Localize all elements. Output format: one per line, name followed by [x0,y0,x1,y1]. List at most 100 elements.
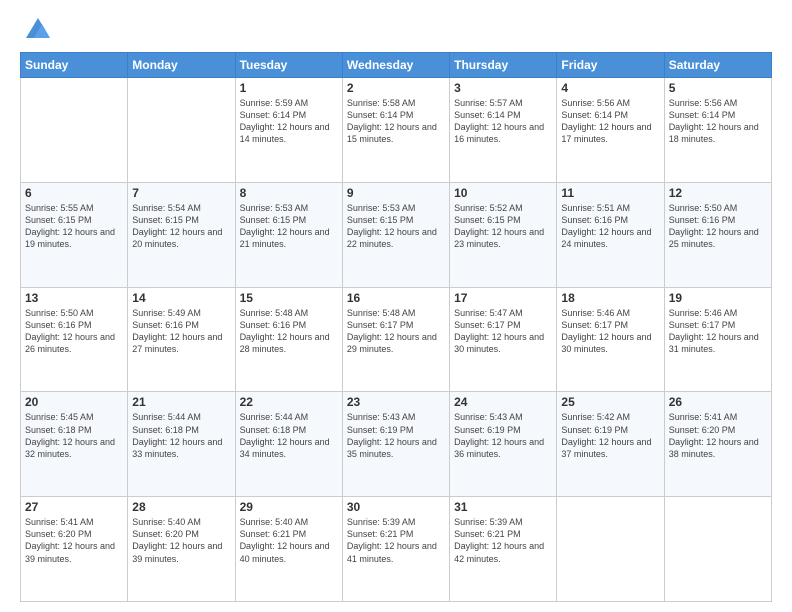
calendar-cell [128,78,235,183]
day-info: Sunrise: 5:39 AMSunset: 6:21 PMDaylight:… [347,516,445,565]
page: SundayMondayTuesdayWednesdayThursdayFrid… [0,0,792,612]
day-info: Sunrise: 5:43 AMSunset: 6:19 PMDaylight:… [347,411,445,460]
day-number: 14 [132,291,230,305]
day-info: Sunrise: 5:44 AMSunset: 6:18 PMDaylight:… [132,411,230,460]
day-number: 10 [454,186,552,200]
day-number: 13 [25,291,123,305]
weekday-header: Saturday [664,53,771,78]
calendar-cell: 3 Sunrise: 5:57 AMSunset: 6:14 PMDaylight… [450,78,557,183]
day-number: 9 [347,186,445,200]
day-number: 7 [132,186,230,200]
calendar-cell: 15 Sunrise: 5:48 AMSunset: 6:16 PMDayligh… [235,287,342,392]
day-number: 31 [454,500,552,514]
day-number: 6 [25,186,123,200]
day-info: Sunrise: 5:42 AMSunset: 6:19 PMDaylight:… [561,411,659,460]
day-info: Sunrise: 5:58 AMSunset: 6:14 PMDaylight:… [347,97,445,146]
calendar-cell: 21 Sunrise: 5:44 AMSunset: 6:18 PMDayligh… [128,392,235,497]
calendar-cell: 7 Sunrise: 5:54 AMSunset: 6:15 PMDaylight… [128,182,235,287]
day-info: Sunrise: 5:57 AMSunset: 6:14 PMDaylight:… [454,97,552,146]
day-number: 23 [347,395,445,409]
calendar-cell: 4 Sunrise: 5:56 AMSunset: 6:14 PMDaylight… [557,78,664,183]
calendar-cell [664,497,771,602]
calendar-cell: 8Sunrise: 5:53 AMSunset: 6:15 PMDaylight… [235,182,342,287]
day-info: Sunrise: 5:51 AMSunset: 6:16 PMDaylight:… [561,202,659,251]
calendar-table: SundayMondayTuesdayWednesdayThursdayFrid… [20,52,772,602]
day-number: 4 [561,81,659,95]
day-number: 5 [669,81,767,95]
calendar-cell: 12 Sunrise: 5:50 AMSunset: 6:16 PMDayligh… [664,182,771,287]
day-number: 11 [561,186,659,200]
logo [20,16,52,44]
calendar-week-row: 6 Sunrise: 5:55 AMSunset: 6:15 PMDaylight… [21,182,772,287]
day-number: 22 [240,395,338,409]
day-info: Sunrise: 5:45 AMSunset: 6:18 PMDaylight:… [25,411,123,460]
day-info: Sunrise: 5:56 AMSunset: 6:14 PMDaylight:… [561,97,659,146]
day-info: Sunrise: 5:41 AMSunset: 6:20 PMDaylight:… [25,516,123,565]
day-info: Sunrise: 5:46 AMSunset: 6:17 PMDaylight:… [669,307,767,356]
day-info: Sunrise: 5:46 AMSunset: 6:17 PMDaylight:… [561,307,659,356]
day-number: 27 [25,500,123,514]
day-number: 18 [561,291,659,305]
calendar-cell: 28Sunrise: 5:40 AMSunset: 6:20 PMDayligh… [128,497,235,602]
calendar-week-row: 1 Sunrise: 5:59 AMSunset: 6:14 PMDaylight… [21,78,772,183]
day-info: Sunrise: 5:39 AMSunset: 6:21 PMDaylight:… [454,516,552,565]
calendar-cell: 19 Sunrise: 5:46 AMSunset: 6:17 PMDayligh… [664,287,771,392]
weekday-header: Monday [128,53,235,78]
calendar-cell [21,78,128,183]
weekday-header: Tuesday [235,53,342,78]
calendar-cell: 27 Sunrise: 5:41 AMSunset: 6:20 PMDayligh… [21,497,128,602]
day-number: 20 [25,395,123,409]
calendar-cell: 10 Sunrise: 5:52 AMSunset: 6:15 PMDayligh… [450,182,557,287]
day-info: Sunrise: 5:56 AMSunset: 6:14 PMDaylight:… [669,97,767,146]
calendar-week-row: 13 Sunrise: 5:50 AMSunset: 6:16 PMDayligh… [21,287,772,392]
day-number: 17 [454,291,552,305]
calendar-cell: 24Sunrise: 5:43 AMSunset: 6:19 PMDayligh… [450,392,557,497]
weekday-header: Friday [557,53,664,78]
calendar-cell: 1 Sunrise: 5:59 AMSunset: 6:14 PMDaylight… [235,78,342,183]
day-number: 19 [669,291,767,305]
calendar-cell: 14 Sunrise: 5:49 AMSunset: 6:16 PMDayligh… [128,287,235,392]
day-info: Sunrise: 5:52 AMSunset: 6:15 PMDaylight:… [454,202,552,251]
day-info: Sunrise: 5:59 AMSunset: 6:14 PMDaylight:… [240,97,338,146]
day-info: Sunrise: 5:54 AMSunset: 6:15 PMDaylight:… [132,202,230,251]
calendar-cell: 23 Sunrise: 5:43 AMSunset: 6:19 PMDayligh… [342,392,449,497]
day-number: 2 [347,81,445,95]
calendar-cell: 26Sunrise: 5:41 AMSunset: 6:20 PMDayligh… [664,392,771,497]
day-info: Sunrise: 5:53 AMSunset: 6:15 PMDaylight:… [240,202,338,251]
day-number: 28 [132,500,230,514]
calendar-cell: 16 Sunrise: 5:48 AMSunset: 6:17 PMDayligh… [342,287,449,392]
day-number: 12 [669,186,767,200]
day-number: 30 [347,500,445,514]
day-info: Sunrise: 5:49 AMSunset: 6:16 PMDaylight:… [132,307,230,356]
day-info: Sunrise: 5:48 AMSunset: 6:16 PMDaylight:… [240,307,338,356]
weekday-header-row: SundayMondayTuesdayWednesdayThursdayFrid… [21,53,772,78]
calendar-cell: 18 Sunrise: 5:46 AMSunset: 6:17 PMDayligh… [557,287,664,392]
day-info: Sunrise: 5:53 AMSunset: 6:15 PMDaylight:… [347,202,445,251]
calendar-cell: 29Sunrise: 5:40 AMSunset: 6:21 PMDayligh… [235,497,342,602]
day-number: 24 [454,395,552,409]
calendar-cell: 13 Sunrise: 5:50 AMSunset: 6:16 PMDayligh… [21,287,128,392]
calendar-cell: 20 Sunrise: 5:45 AMSunset: 6:18 PMDayligh… [21,392,128,497]
day-info: Sunrise: 5:55 AMSunset: 6:15 PMDaylight:… [25,202,123,251]
header [20,16,772,44]
day-info: Sunrise: 5:40 AMSunset: 6:21 PMDaylight:… [240,516,338,565]
weekday-header: Sunday [21,53,128,78]
day-number: 3 [454,81,552,95]
weekday-header: Wednesday [342,53,449,78]
calendar-week-row: 27 Sunrise: 5:41 AMSunset: 6:20 PMDayligh… [21,497,772,602]
day-number: 1 [240,81,338,95]
day-info: Sunrise: 5:48 AMSunset: 6:17 PMDaylight:… [347,307,445,356]
day-number: 15 [240,291,338,305]
day-number: 25 [561,395,659,409]
day-info: Sunrise: 5:50 AMSunset: 6:16 PMDaylight:… [25,307,123,356]
calendar-cell: 2 Sunrise: 5:58 AMSunset: 6:14 PMDaylight… [342,78,449,183]
calendar-cell: 5 Sunrise: 5:56 AMSunset: 6:14 PMDaylight… [664,78,771,183]
calendar-cell: 31 Sunrise: 5:39 AMSunset: 6:21 PMDayligh… [450,497,557,602]
day-number: 16 [347,291,445,305]
calendar-cell: 9 Sunrise: 5:53 AMSunset: 6:15 PMDaylight… [342,182,449,287]
calendar-cell: 11 Sunrise: 5:51 AMSunset: 6:16 PMDayligh… [557,182,664,287]
day-info: Sunrise: 5:47 AMSunset: 6:17 PMDaylight:… [454,307,552,356]
weekday-header: Thursday [450,53,557,78]
day-info: Sunrise: 5:50 AMSunset: 6:16 PMDaylight:… [669,202,767,251]
day-number: 21 [132,395,230,409]
